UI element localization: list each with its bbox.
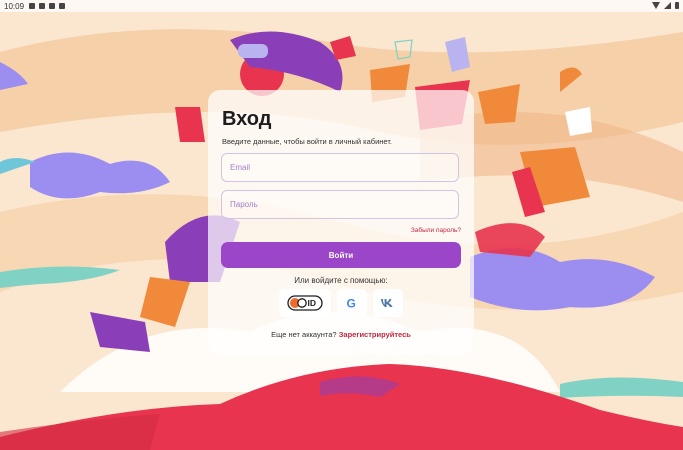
login-card: Вход Введите данные, чтобы войти в личны…: [208, 90, 474, 355]
google-label: G: [347, 297, 356, 311]
vk-icon: [381, 299, 393, 307]
chat-notification-icon: [29, 3, 36, 9]
page-title: Вход: [222, 108, 272, 130]
image-notification-icon: [39, 3, 46, 9]
google-icon: G: [347, 297, 356, 311]
register-link[interactable]: Зарегистрируйтесь: [339, 330, 411, 339]
no-account-text: Еще нет аккаунта?: [271, 330, 337, 339]
sync-notification-icon: [59, 3, 66, 9]
okid-login-button[interactable]: ID: [279, 289, 331, 317]
social-login-buttons: ID G: [208, 289, 474, 317]
login-subtitle: Введите данные, чтобы войти в личный каб…: [222, 137, 393, 146]
register-prompt: Еще нет аккаунта? Зарегистрируйтесь: [208, 330, 474, 339]
screen: 10:09 Вход Введите данные, чтобы войти в…: [0, 0, 683, 450]
status-indicators: [652, 2, 679, 9]
status-bar: 10:09: [0, 0, 683, 12]
signal-icon: [664, 2, 671, 9]
google-login-button[interactable]: G: [337, 289, 367, 317]
okid-icon: ID: [287, 295, 323, 311]
forgot-password-link[interactable]: Забыли пароль?: [411, 227, 461, 234]
social-login-label: Или войдите с помощью:: [294, 276, 388, 285]
login-button[interactable]: Войти: [221, 242, 461, 268]
sim-notification-icon: [49, 3, 56, 9]
password-field[interactable]: [221, 190, 459, 219]
vk-login-button[interactable]: [373, 289, 403, 317]
okid-label: ID: [308, 298, 317, 308]
battery-icon: [675, 2, 679, 9]
wifi-icon: [652, 2, 660, 9]
email-field[interactable]: [221, 153, 459, 182]
status-time: 10:09: [4, 1, 25, 11]
